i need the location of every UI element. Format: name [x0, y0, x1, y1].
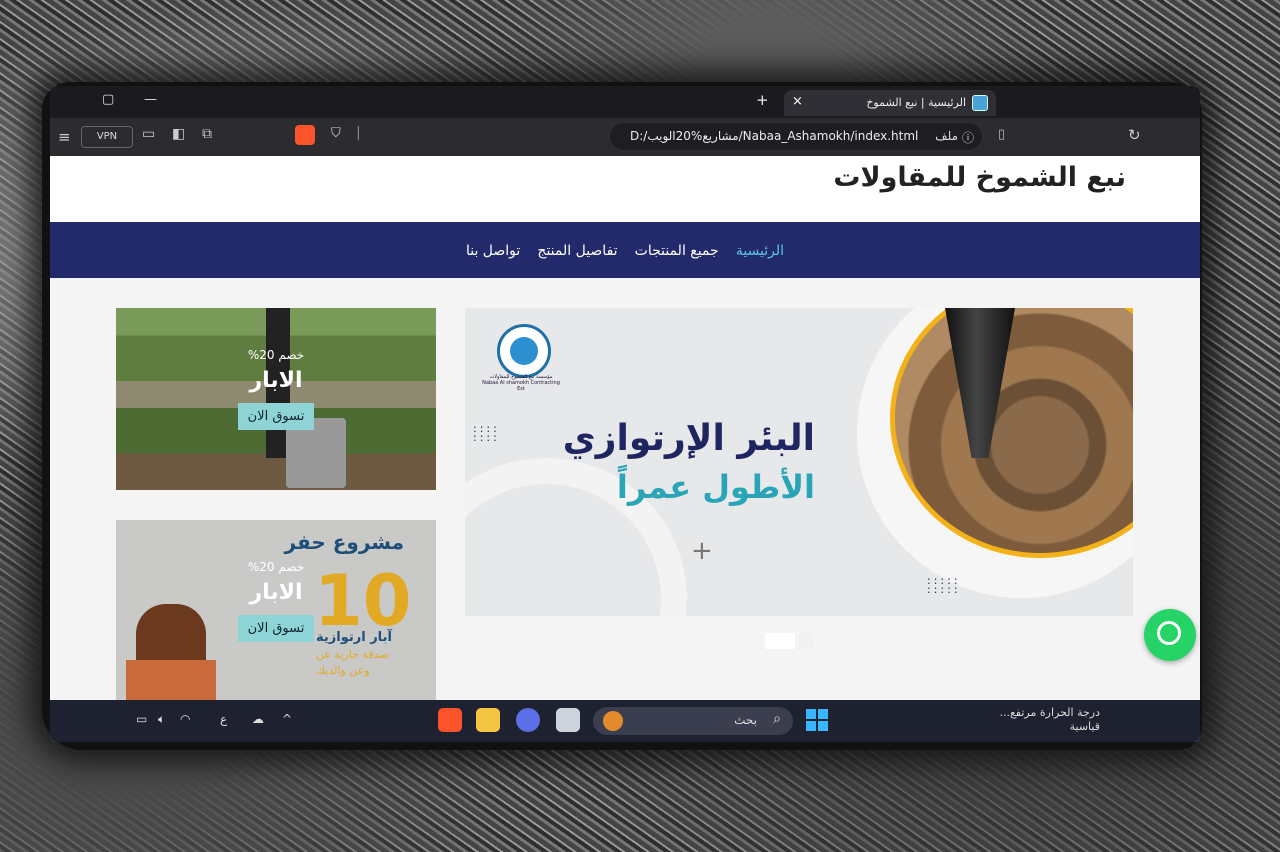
extensions-icon[interactable]: ⧉ — [202, 126, 212, 142]
banner-title: البئر الإرتوازي — [562, 418, 815, 459]
poster-line2: صدقة جارية عن — [316, 648, 389, 661]
hero-banner[interactable]: مؤسسة نبع الشموخ للمقاولات Nabaa Al sham… — [465, 308, 1133, 616]
nav-link-product-details[interactable]: تفاصيل المنتج — [537, 243, 617, 259]
tab-title: الرئيسية | نبع الشموخ — [866, 96, 966, 109]
plus-icon: + — [691, 536, 713, 566]
task-view-icon[interactable] — [556, 708, 580, 732]
whatsapp-icon — [1157, 621, 1181, 645]
poster-title: مشروع حفر — [284, 530, 404, 554]
brave-taskbar-icon[interactable] — [438, 708, 462, 732]
banner-subtitle: الأطول عمراً — [616, 468, 815, 506]
wallet-icon[interactable]: ▭ — [142, 126, 155, 142]
bookmark-icon[interactable]: ▯ — [998, 127, 1005, 142]
language-indicator[interactable]: ع — [220, 712, 227, 726]
shop-now-button[interactable]: تسوق الان — [237, 615, 315, 642]
wifi-icon[interactable]: ◠ — [180, 712, 190, 726]
brave-rewards-icon[interactable] — [295, 125, 315, 145]
promo-card-wells[interactable]: خصم 20% الابار تسوق الان — [116, 308, 436, 490]
whatsapp-button[interactable] — [1144, 609, 1196, 661]
dot-pattern-right: :::::::::: — [927, 574, 961, 596]
browser-window: ▢ — + × الرئيسية | نبع الشموخ ≡ VPN ▭ ◧ … — [50, 86, 1200, 742]
favicon-icon — [972, 95, 988, 111]
nav-link-home[interactable]: الرئيسية — [736, 243, 784, 259]
card-overlay: خصم 20% الابار تسوق الان — [116, 560, 436, 642]
toolbar-separator: | — [356, 125, 361, 141]
volume-icon[interactable]: 🔈︎ — [158, 712, 165, 727]
dot-pattern-left: :::::::: — [473, 422, 500, 444]
vpn-button[interactable]: VPN — [81, 126, 133, 148]
main-nav: الرئيسية جميع المنتجات تفاصيل المنتج توا… — [50, 222, 1200, 278]
chevron-up-icon[interactable]: ^ — [282, 712, 292, 726]
discount-label: خصم 20% — [247, 560, 305, 574]
search-icon: ⌕ — [773, 711, 781, 727]
file-explorer-icon[interactable] — [476, 708, 500, 732]
webpage: نبع الشموخ للمقاولات الرئيسية جميع المنت… — [50, 156, 1200, 700]
restore-window-button[interactable]: ▢ — [102, 92, 114, 107]
menu-icon[interactable]: ≡ — [58, 128, 71, 146]
file-label: ملف — [935, 129, 958, 143]
discount-label: خصم 20% — [247, 348, 305, 362]
search-placeholder: بحث — [734, 713, 757, 727]
card-title: الابار — [249, 368, 303, 393]
minimize-window-button[interactable]: — — [144, 92, 157, 107]
teams-icon[interactable] — [516, 708, 540, 732]
child-shirt — [126, 660, 216, 700]
company-logo — [497, 324, 551, 378]
windows-taskbar: ▭ 🔈︎ ◠ ع ☁ ^ بحث ⌕ درجة الحرارة مرتفع...… — [50, 700, 1200, 742]
promo-card-project[interactable]: مشروع حفر 10 آبار ارتوازية صدقة جارية عن… — [116, 520, 436, 700]
url-text[interactable]: D:/مشاريع%20الويب/Nabaa_Ashamokh/index.h… — [630, 129, 918, 143]
shop-now-button[interactable]: تسوق الان — [237, 403, 315, 430]
active-tab[interactable]: × الرئيسية | نبع الشموخ — [784, 90, 996, 116]
nav-link-products[interactable]: جميع المنتجات — [635, 243, 719, 259]
toolbar: ≡ VPN ▭ ◧ ⧉ ⛉ | D:/مشاريع%20الويب/Nabaa_… — [50, 118, 1200, 156]
logo-caption: مؤسسة نبع الشموخ للمقاولات Nabaa Al sham… — [482, 374, 560, 392]
reload-icon[interactable]: ↻ — [1128, 126, 1141, 144]
address-bar[interactable]: D:/مشاريع%20الويب/Nabaa_Ashamokh/index.h… — [610, 123, 982, 150]
info-icon[interactable]: ⓘ — [962, 129, 974, 146]
site-brand[interactable]: نبع الشموخ للمقاولات — [833, 162, 1126, 193]
weather-widget[interactable]: درجة الحرارة مرتفع... قياسية — [999, 706, 1100, 734]
site-header: نبع الشموخ للمقاولات — [50, 156, 1200, 222]
nav-link-contact[interactable]: تواصل بنا — [466, 243, 520, 259]
search-highlight-icon — [603, 711, 623, 731]
carousel-indicator[interactable] — [799, 633, 813, 649]
card-title: الابار — [249, 580, 303, 605]
new-tab-button[interactable]: + — [756, 91, 769, 109]
onedrive-icon[interactable]: ☁ — [252, 712, 264, 726]
battery-icon[interactable]: ▭ — [136, 712, 147, 726]
tab-strip: ▢ — + × الرئيسية | نبع الشموخ — [50, 86, 1200, 118]
card-overlay: خصم 20% الابار تسوق الان — [116, 348, 436, 430]
tab-close-button[interactable]: × — [792, 94, 803, 109]
sidebar-icon[interactable]: ◧ — [172, 126, 185, 142]
carousel-indicator-active[interactable] — [765, 633, 795, 649]
taskbar-search[interactable]: بحث ⌕ — [593, 707, 793, 735]
poster-line3: وعن والديك — [316, 664, 370, 677]
brave-shield-icon[interactable]: ⛉ — [331, 126, 341, 141]
